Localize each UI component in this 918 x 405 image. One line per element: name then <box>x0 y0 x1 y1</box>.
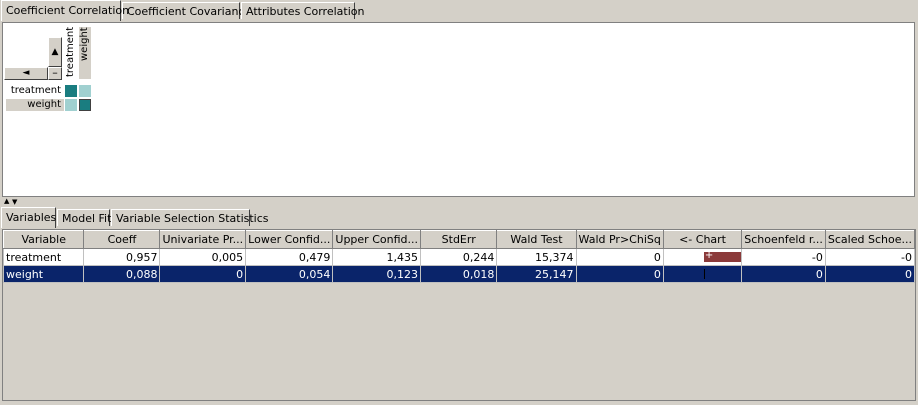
table-cell: 1,435 <box>332 248 421 266</box>
table-row[interactable]: treatment 0,957 0,005 0,479 1,435 0,244 … <box>2 248 916 266</box>
tab-model-fit[interactable]: Model Fit <box>57 209 111 226</box>
matrix-row-label: treatment <box>6 85 64 97</box>
table-cell: 25,147 <box>496 265 577 283</box>
table-cell: 0,054 <box>245 265 334 283</box>
bar-marker: + <box>704 250 714 261</box>
table-header-row: Variable Coeff Univariate Pr... Lower Co… <box>2 230 916 249</box>
matrix-cell[interactable] <box>65 99 77 111</box>
column-header[interactable]: <- Chart <box>662 230 743 249</box>
table-cell: 0,123 <box>332 265 421 283</box>
matrix-cell[interactable] <box>65 85 77 97</box>
column-header[interactable]: Schoenfeld r... <box>741 230 826 249</box>
table-cell: 0,088 <box>83 265 161 283</box>
tab-variable-selection-statistics[interactable]: Variable Selection Statistics <box>111 209 269 226</box>
matrix-cell[interactable] <box>79 85 91 97</box>
column-header[interactable]: StdErr <box>419 230 498 249</box>
column-header[interactable]: Scaled Schoe... <box>824 230 916 249</box>
coefficient-bar: + <box>703 250 741 262</box>
table-cell: 0,244 <box>419 248 498 266</box>
coefficient-bar <box>703 269 705 279</box>
table-cell: 0 <box>741 265 826 283</box>
table-cell: treatment <box>2 248 85 266</box>
table-cell: 0 <box>824 265 916 283</box>
top-tabbar: Coefficient Correlation Coefficient Cova… <box>0 0 918 21</box>
correlation-panel: ▲ ◄ – treatment weight treatment weight <box>2 22 915 197</box>
matrix-column-label: treatment <box>65 27 76 78</box>
column-header[interactable]: Univariate Pr... <box>159 230 247 249</box>
variables-table: Variable Coeff Univariate Pr... Lower Co… <box>2 230 916 283</box>
table-cell: 0,957 <box>83 248 161 266</box>
bottom-tabbar: Variables Model Fit Variable Selection S… <box>0 207 918 228</box>
table-cell: weight <box>2 265 85 283</box>
matrix-row-label: weight <box>6 99 64 111</box>
tab-coefficient-covariance[interactable]: Coefficient Covariance <box>122 2 251 19</box>
panel-splitter[interactable]: ▲ ▼ <box>0 198 918 206</box>
table-cell: -0 <box>824 248 916 266</box>
chart-cell: + <box>662 248 743 266</box>
collapse-button[interactable]: – <box>48 67 62 80</box>
scroll-up-button[interactable]: ▲ <box>48 37 62 67</box>
column-header[interactable]: Wald Pr>ChiSq <box>575 230 664 249</box>
scroll-left-button[interactable]: ◄ <box>4 67 48 80</box>
splitter-up-icon[interactable]: ▲ <box>4 198 9 205</box>
matrix-cell[interactable] <box>79 99 91 111</box>
column-header[interactable]: Upper Confid... <box>332 230 421 249</box>
table-cell: 0,005 <box>159 248 247 266</box>
table-cell: 0,479 <box>245 248 334 266</box>
tab-attributes-correlation[interactable]: Attributes Correlation <box>241 2 364 19</box>
table-row[interactable]: weight 0,088 0 0,054 0,123 0,018 25,147 … <box>2 265 916 283</box>
table-cell: 0 <box>575 248 664 266</box>
table-cell: 0,018 <box>419 265 498 283</box>
column-header[interactable]: Coeff <box>83 230 161 249</box>
table-cell: 0 <box>575 265 664 283</box>
tab-coefficient-correlation[interactable]: Coefficient Correlation <box>1 0 129 21</box>
table-cell: 0 <box>159 265 247 283</box>
splitter-down-icon[interactable]: ▼ <box>12 199 17 206</box>
matrix-column-label: weight <box>79 27 91 79</box>
table-cell: 15,374 <box>496 248 577 266</box>
variables-panel: Variable Coeff Univariate Pr... Lower Co… <box>2 229 916 401</box>
column-header[interactable]: Wald Test <box>496 230 577 249</box>
chart-cell <box>662 265 743 283</box>
column-header[interactable]: Lower Confid... <box>245 230 334 249</box>
table-cell: -0 <box>741 248 826 266</box>
tab-variables[interactable]: Variables <box>1 207 56 228</box>
column-header[interactable]: Variable <box>2 230 85 249</box>
